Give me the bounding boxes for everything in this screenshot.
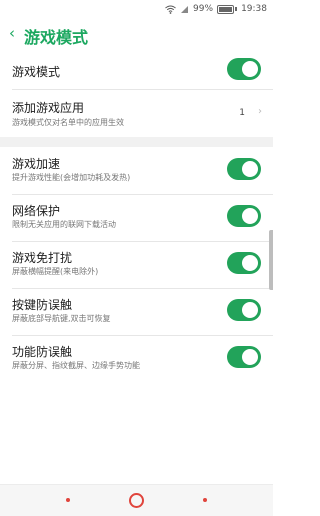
divider — [12, 194, 273, 195]
chevron-right-icon: › — [258, 106, 262, 117]
setting-description: 屏蔽横幅提醒(来电除外) — [12, 267, 99, 276]
setting-label: 网络保护 — [12, 204, 61, 218]
battery-percent: 99% — [193, 4, 214, 14]
setting-label: 按键防误触 — [12, 298, 73, 312]
network-protection-toggle[interactable] — [227, 205, 261, 227]
battery-icon — [217, 4, 238, 14]
signal-icon — [181, 5, 189, 13]
setting-description: 屏蔽分屏、指纹截屏、边缘手势功能 — [12, 361, 140, 370]
do-not-disturb-toggle[interactable] — [227, 252, 261, 274]
button-protection-toggle[interactable] — [227, 299, 261, 321]
divider — [12, 335, 273, 336]
setting-description: 屏蔽底部导航键,双击可恢复 — [12, 314, 111, 323]
gesture-protection-toggle[interactable] — [227, 346, 261, 368]
setting-description: 游戏模式仅对名单中的应用生效 — [12, 118, 124, 127]
divider — [12, 288, 273, 289]
page-title: 游戏模式 — [24, 28, 89, 47]
divider — [12, 241, 273, 242]
setting-description: 限制无关应用的联网下载活动 — [12, 220, 116, 229]
setting-label: 游戏加速 — [12, 157, 61, 171]
status-bar: 99% 19:38 — [0, 0, 273, 20]
setting-label: 游戏模式 — [12, 65, 61, 79]
back-arrow-icon[interactable]: ‹ — [9, 26, 15, 41]
setting-description: 提升游戏性能(会增加功耗及发热) — [12, 173, 131, 182]
setting-row-game-acceleration[interactable]: 游戏加速 提升游戏性能(会增加功耗及发热) — [0, 150, 273, 192]
setting-row-game-mode[interactable]: 游戏模式 — [0, 52, 273, 88]
wifi-icon — [165, 5, 176, 14]
setting-row-do-not-disturb[interactable]: 游戏免打扰 屏蔽横幅提醒(来电除外) — [0, 244, 273, 286]
setting-label: 功能防误触 — [12, 345, 73, 359]
game-app-count: 1 — [239, 108, 245, 118]
setting-row-add-game-apps[interactable]: 添加游戏应用 游戏模式仅对名单中的应用生效 1 › — [0, 90, 273, 134]
status-time: 19:38 — [241, 4, 267, 14]
edge-panel-handle[interactable] — [269, 230, 273, 290]
app-header: ‹ 游戏模式 — [0, 20, 273, 48]
setting-row-button-protection[interactable]: 按键防误触 屏蔽底部导航键,双击可恢复 — [0, 291, 273, 333]
recents-button[interactable] — [203, 498, 207, 502]
back-button[interactable] — [66, 498, 70, 502]
home-button[interactable] — [129, 493, 144, 508]
setting-row-gesture-protection[interactable]: 功能防误触 屏蔽分屏、指纹截屏、边缘手势功能 — [0, 338, 273, 380]
setting-label: 添加游戏应用 — [12, 101, 85, 115]
navigation-bar — [0, 484, 273, 516]
game-acceleration-toggle[interactable] — [227, 158, 261, 180]
setting-row-network-protection[interactable]: 网络保护 限制无关应用的联网下载活动 — [0, 197, 273, 239]
game-mode-toggle[interactable] — [227, 58, 261, 80]
section-separator — [0, 137, 273, 147]
setting-label: 游戏免打扰 — [12, 251, 73, 265]
status-indicators: 99% 19:38 — [165, 4, 267, 14]
